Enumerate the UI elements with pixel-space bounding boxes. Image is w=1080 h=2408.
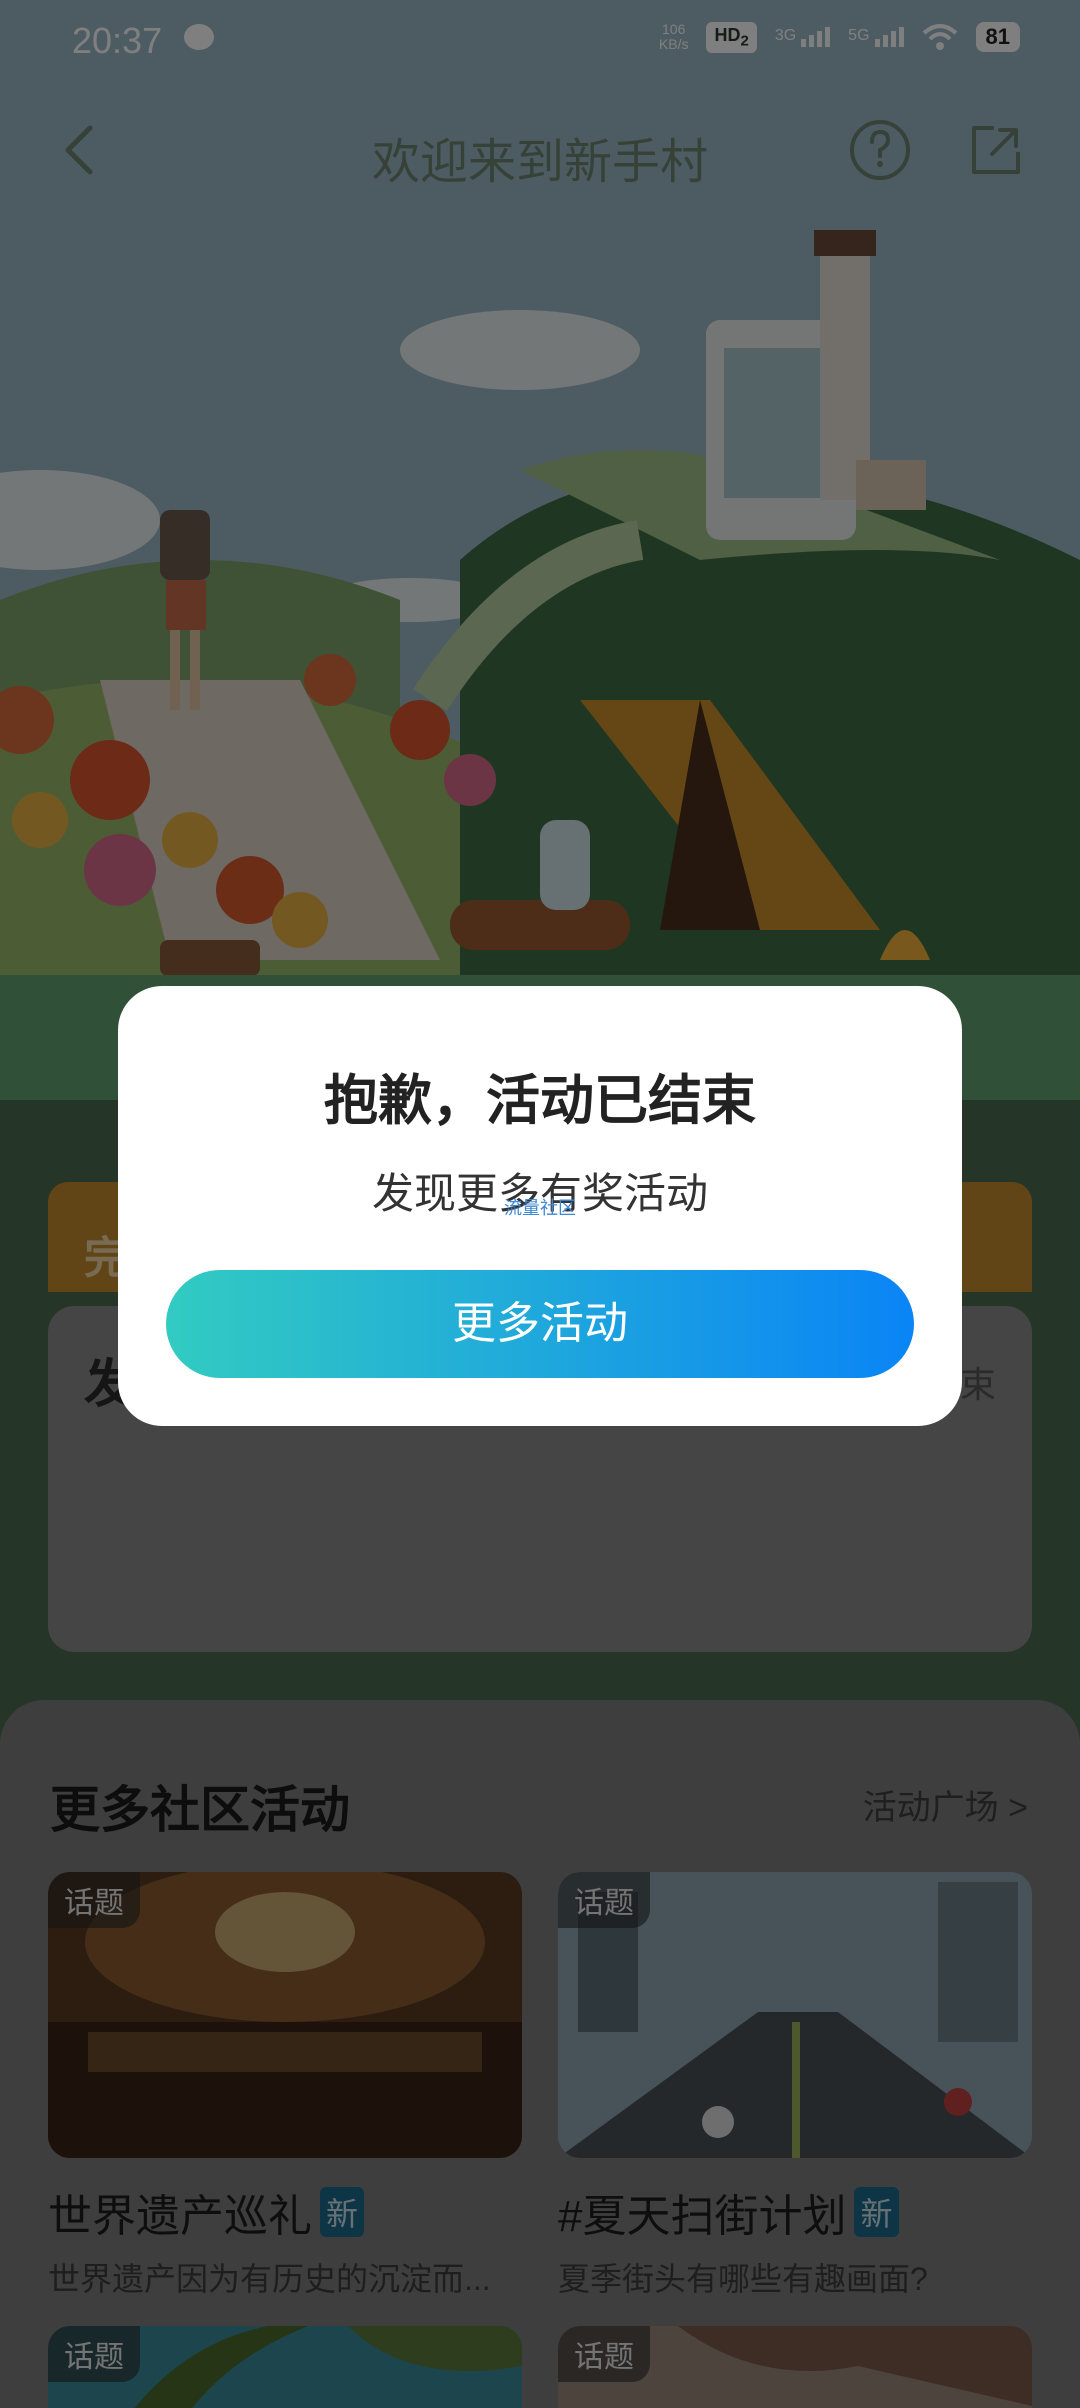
- watermark: 流量社区: [504, 1198, 576, 1218]
- dialog-title: 抱歉，活动已结束: [324, 1071, 756, 1131]
- activity-ended-dialog: 抱歉，活动已结束 发现更多有奖活动 流量社区 更多活动: [118, 986, 962, 1426]
- home-indicator: [0, 2402, 1080, 2408]
- more-activities-button[interactable]: 更多活动: [166, 1270, 914, 1378]
